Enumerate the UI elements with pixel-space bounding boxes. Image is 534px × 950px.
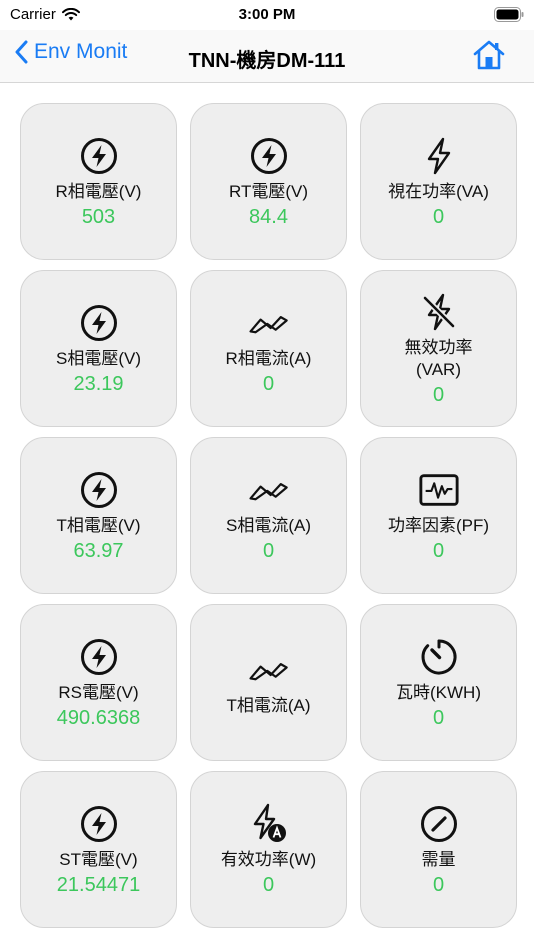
tile-label: S相電流(A) — [226, 515, 311, 535]
page-title: TNN-機房DM-111 — [188, 50, 346, 72]
tile-label: T相電壓(V) — [56, 515, 141, 535]
timer-icon — [418, 636, 460, 678]
tile-apparent-power[interactable]: 視在功率(VA) 0 — [360, 103, 517, 260]
tile-label: R相電流(A) — [225, 348, 312, 368]
tile-value: 0 — [432, 706, 445, 729]
tile-demand[interactable]: 需量 0 — [360, 771, 517, 928]
battery-icon — [494, 7, 524, 22]
tile-value: 63.97 — [73, 539, 124, 562]
tile-watt-hour[interactable]: 瓦時(KWH) 0 — [360, 604, 517, 761]
bolt-circle-icon — [248, 135, 290, 177]
wave-icon — [248, 469, 290, 511]
tile-label: S相電壓(V) — [56, 348, 141, 368]
home-icon[interactable] — [472, 39, 506, 71]
bolt-slash-icon — [418, 291, 460, 333]
metrics-grid: R相電壓(V) 503 RT電壓(V) 84.4 視在功率(VA) 0 S相電壓… — [20, 103, 517, 928]
tile-value: 23.19 — [73, 372, 124, 395]
tile-label: R相電壓(V) — [55, 181, 142, 201]
tile-value: 0 — [432, 873, 445, 896]
tile-reactive-power[interactable]: 無效功率 (VAR) 0 — [360, 270, 517, 427]
tile-active-power[interactable]: 有效功率(W) 0 — [190, 771, 347, 928]
tile-rs-voltage[interactable]: RS電壓(V) 490.6368 — [20, 604, 177, 761]
tile-value: 0 — [262, 873, 275, 896]
bolt-circle-icon — [78, 302, 120, 344]
bolt-a-icon — [248, 803, 290, 845]
status-time: 3:00 PM — [238, 6, 296, 23]
status-bar: Carrier 3:00 PM — [0, 0, 534, 30]
tile-label: RT電壓(V) — [228, 181, 308, 201]
tile-rt-voltage[interactable]: RT電壓(V) 84.4 — [190, 103, 347, 260]
navigation-bar: Env Monit TNN-機房DM-111 — [0, 30, 534, 83]
tile-st-voltage[interactable]: ST電壓(V) 21.54471 — [20, 771, 177, 928]
bolt-icon — [418, 135, 460, 177]
tile-r-phase-current[interactable]: R相電流(A) 0 — [190, 270, 347, 427]
tile-s-phase-voltage[interactable]: S相電壓(V) 23.19 — [20, 270, 177, 427]
tile-power-factor[interactable]: 功率因素(PF) 0 — [360, 437, 517, 594]
bolt-circle-icon — [78, 803, 120, 845]
tile-value: 503 — [81, 205, 116, 228]
tile-label: ST電壓(V) — [59, 849, 138, 869]
tile-value: 0 — [432, 383, 445, 406]
tile-value: 0 — [262, 539, 275, 562]
wave-icon — [248, 302, 290, 344]
wave-icon — [248, 649, 290, 691]
tile-t-phase-voltage[interactable]: T相電壓(V) 63.97 — [20, 437, 177, 594]
tile-r-phase-voltage[interactable]: R相電壓(V) 503 — [20, 103, 177, 260]
tile-label: 需量 — [421, 849, 456, 869]
tile-value: 0 — [432, 205, 445, 228]
bolt-circle-icon — [78, 135, 120, 177]
waveform-monitor-icon — [418, 469, 460, 511]
tile-value: 490.6368 — [56, 706, 141, 729]
tile-label: 有效功率(W) — [220, 849, 317, 869]
tile-value: 0 — [262, 372, 275, 395]
tile-label: 功率因素(PF) — [387, 515, 490, 535]
tile-label: 視在功率(VA) — [388, 181, 489, 201]
tile-label: T相電流(A) — [226, 695, 311, 715]
bolt-circle-icon — [78, 636, 120, 678]
tile-t-phase-current[interactable]: T相電流(A) — [190, 604, 347, 761]
tile-value: 84.4 — [249, 205, 288, 228]
tile-label: 瓦時(KWH) — [396, 682, 481, 702]
tile-s-phase-current[interactable]: S相電流(A) 0 — [190, 437, 347, 594]
tile-label: RS電壓(V) — [58, 682, 139, 702]
tile-label: 無效功率 (VAR) — [404, 337, 473, 379]
tile-value: 0 — [432, 539, 445, 562]
bolt-circle-icon — [78, 469, 120, 511]
gauge-icon — [418, 803, 460, 845]
tile-value: 21.54471 — [56, 873, 141, 896]
